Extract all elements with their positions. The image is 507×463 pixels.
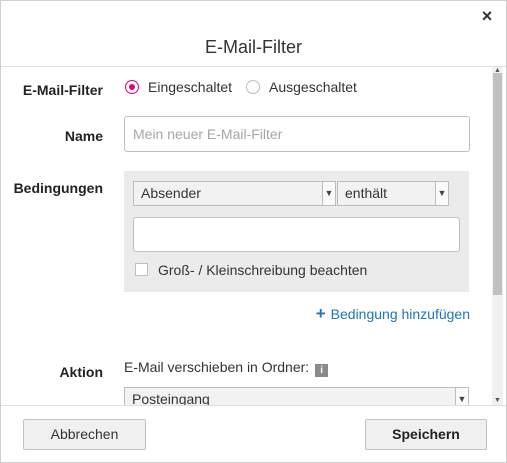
chevron-down-icon[interactable]: ▼ <box>435 182 448 205</box>
radio-disabled-label[interactable]: Ausgeschaltet <box>269 79 357 95</box>
folder-select-value: Posteingang <box>132 391 210 405</box>
condition-value-input[interactable] <box>133 217 460 252</box>
close-icon[interactable]: × <box>478 7 496 25</box>
condition-operator-value: enthält <box>345 185 388 201</box>
action-text-row: E-Mail verschieben in Ordner: i <box>124 359 329 377</box>
conditions-panel: Absender ▼ enthält ▼ Groß- / Kleinschrei… <box>124 171 469 292</box>
condition-field-value: Absender <box>141 185 201 201</box>
radio-enabled-button[interactable] <box>125 80 139 94</box>
add-condition-label[interactable]: Bedingung hinzufügen <box>331 306 470 322</box>
email-filter-dialog: × E-Mail-Filter E-Mail-Filter Eingeschal… <box>0 0 507 463</box>
chevron-down-icon[interactable]: ▼ <box>322 182 335 205</box>
dialog-body[interactable]: E-Mail-Filter Eingeschaltet Ausgeschalte… <box>1 67 506 405</box>
case-sensitive-checkbox[interactable] <box>135 263 148 276</box>
condition-field-select[interactable]: Absender ▼ <box>133 181 336 206</box>
status-label: E-Mail-Filter <box>22 82 103 98</box>
scrollbar-thumb[interactable] <box>493 73 502 295</box>
case-sensitive-label[interactable]: Groß- / Kleinschreibung beachten <box>158 262 367 278</box>
dialog-title: E-Mail-Filter <box>205 37 302 57</box>
scroll-down-icon[interactable]: ▼ <box>492 397 503 405</box>
save-button[interactable]: Speichern <box>365 419 487 450</box>
radio-enabled[interactable]: Eingeschaltet <box>125 79 232 95</box>
folder-select[interactable]: Posteingang ▼ <box>124 387 469 405</box>
radio-disabled[interactable]: Ausgeschaltet <box>246 79 357 95</box>
action-label: Aktion <box>59 364 103 380</box>
scrollbar[interactable]: ▲ ▼ <box>492 67 503 405</box>
conditions-label: Bedingungen <box>13 180 103 196</box>
name-input[interactable] <box>124 116 470 152</box>
info-icon[interactable]: i <box>315 364 329 377</box>
radio-enabled-label[interactable]: Eingeschaltet <box>148 79 232 95</box>
condition-operator-select[interactable]: enthält ▼ <box>337 181 449 206</box>
name-label: Name <box>64 128 103 144</box>
add-condition-link[interactable]: + Bedingung hinzufügen <box>315 304 470 323</box>
action-text: E-Mail verschieben in Ordner: <box>124 359 310 375</box>
cancel-button[interactable]: Abbrechen <box>23 419 146 450</box>
plus-icon: + <box>315 304 326 323</box>
chevron-down-icon[interactable]: ▼ <box>455 388 468 405</box>
divider-bottom <box>1 405 506 406</box>
radio-disabled-button[interactable] <box>246 80 260 94</box>
